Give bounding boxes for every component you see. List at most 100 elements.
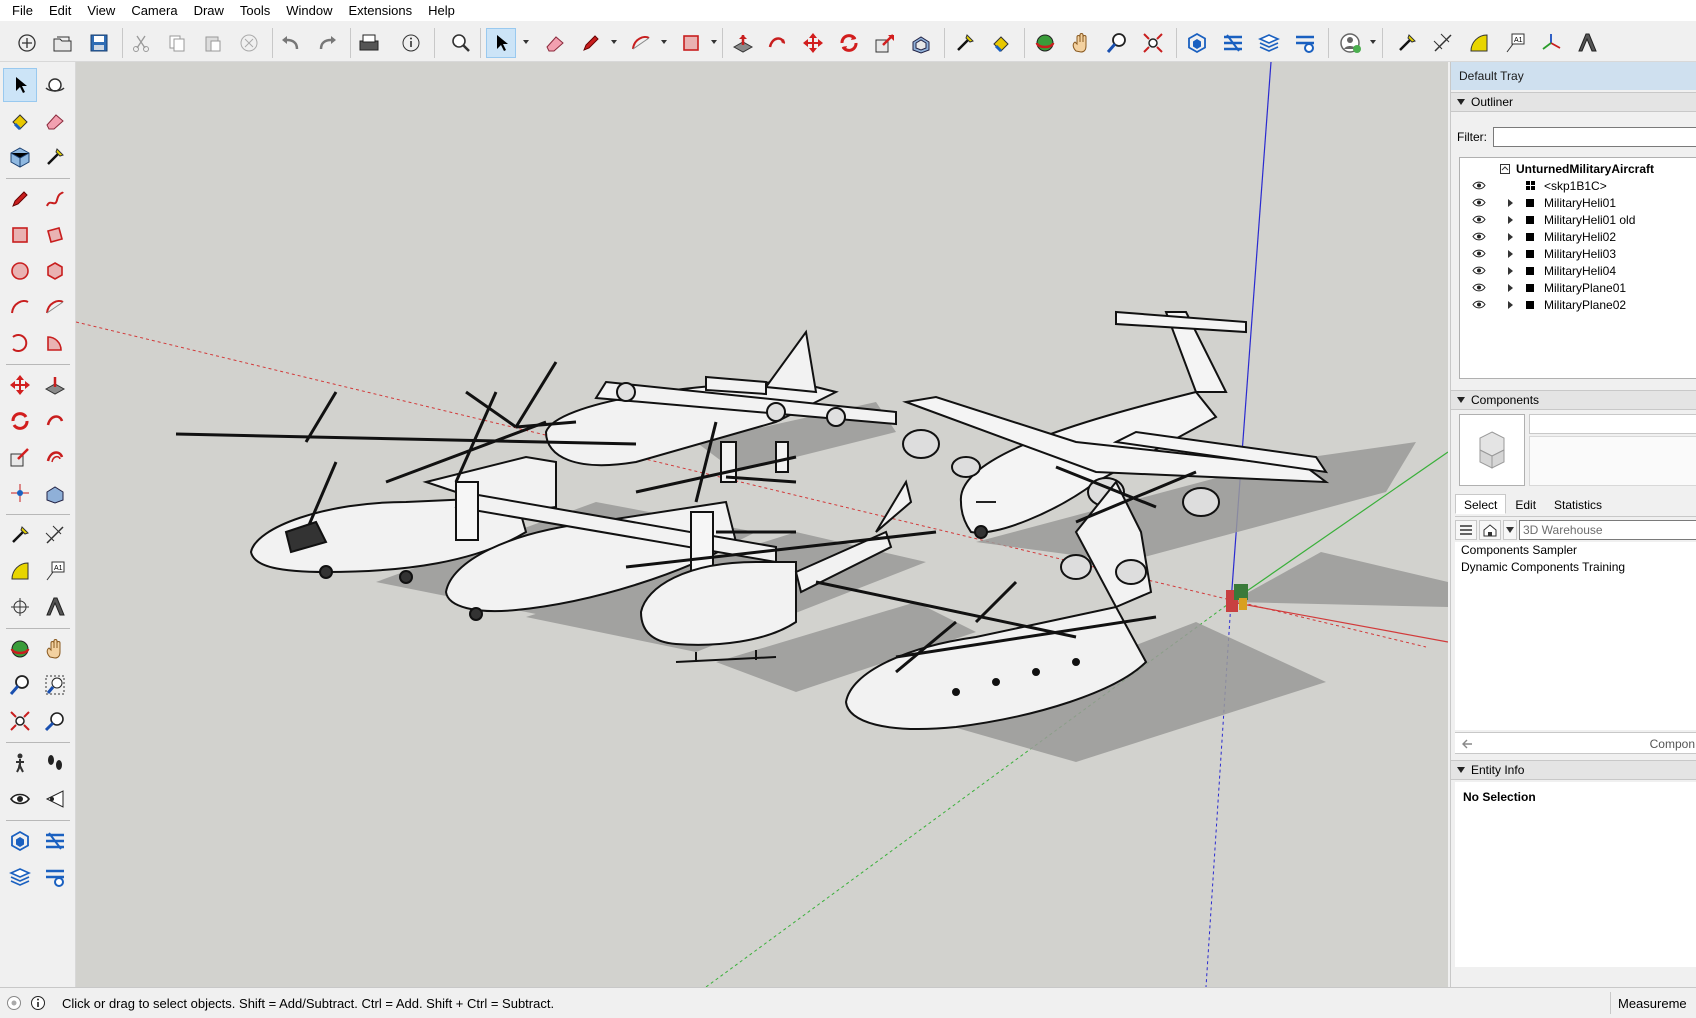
look-around-icon[interactable] (3, 782, 37, 816)
expand-arrow-icon[interactable] (1508, 300, 1513, 309)
orbit-icon[interactable] (1030, 28, 1060, 58)
menu-help[interactable]: Help (420, 0, 463, 22)
filter-input[interactable] (1493, 127, 1696, 147)
component-icon[interactable] (3, 140, 37, 174)
line-icon[interactable] (3, 182, 37, 216)
offset-icon[interactable] (38, 440, 72, 474)
pan-icon[interactable] (38, 632, 72, 666)
paste-icon[interactable] (198, 28, 228, 58)
arc-icon[interactable] (626, 28, 656, 58)
eye-icon[interactable] (1472, 232, 1486, 241)
model-info-icon[interactable] (396, 28, 426, 58)
3d-text-icon[interactable] (1572, 28, 1602, 58)
section-icon[interactable] (38, 782, 72, 816)
previous-view-icon[interactable] (38, 704, 72, 738)
outliner-item[interactable]: MilitaryHeli04 (1460, 262, 1696, 279)
outliner-header[interactable]: Outliner (1451, 92, 1696, 112)
outliner-item[interactable]: MilitaryHeli01 old (1460, 211, 1696, 228)
outliner-item[interactable]: MilitaryPlane02 (1460, 296, 1696, 313)
outliner-item[interactable]: <skp1B1C> (1460, 177, 1696, 194)
back-arrow-icon[interactable] (1461, 738, 1473, 750)
menu-file[interactable]: File (4, 0, 41, 22)
axes-icon[interactable] (1536, 28, 1566, 58)
account-icon[interactable] (1336, 28, 1366, 58)
outliner-item[interactable]: MilitaryHeli03 (1460, 245, 1696, 262)
outliner-item[interactable]: MilitaryPlane01 (1460, 279, 1696, 296)
info-icon[interactable] (30, 995, 46, 1011)
rotate-icon[interactable] (3, 404, 37, 438)
follow-me-icon[interactable] (762, 28, 792, 58)
zoom-icon[interactable] (3, 668, 37, 702)
layout-icon[interactable] (1254, 28, 1284, 58)
entity-info-header[interactable]: Entity Info (1451, 760, 1696, 780)
save-icon[interactable] (84, 28, 114, 58)
select-icon[interactable] (3, 68, 37, 102)
expand-arrow-icon[interactable] (1508, 215, 1513, 224)
rectangle-icon[interactable] (676, 28, 706, 58)
menu-view[interactable]: View (79, 0, 123, 22)
list-item[interactable]: Dynamic Components Training (1455, 559, 1696, 576)
tape-measure-icon[interactable] (38, 140, 72, 174)
rectangle-icon[interactable] (3, 218, 37, 252)
pie-icon[interactable] (38, 326, 72, 360)
tab-select[interactable]: Select (1455, 494, 1507, 514)
walk-icon[interactable] (3, 746, 37, 780)
menu-draw[interactable]: Draw (186, 0, 232, 22)
warehouse-search-input[interactable]: 3D Warehouse (1519, 519, 1696, 540)
eraser-icon[interactable] (540, 28, 570, 58)
expand-arrow-icon[interactable] (1508, 266, 1513, 275)
outliner-item[interactable]: MilitaryHeli02 (1460, 228, 1696, 245)
extension-manager-icon[interactable] (1290, 28, 1320, 58)
orbit-nav-icon[interactable] (3, 632, 37, 666)
protractor-icon[interactable] (3, 554, 37, 588)
components-header[interactable]: Components (1451, 390, 1696, 410)
menu-window[interactable]: Window (278, 0, 340, 22)
eye-icon[interactable] (1472, 266, 1486, 275)
freehand-icon[interactable] (38, 182, 72, 216)
tab-edit[interactable]: Edit (1506, 494, 1545, 514)
eye-icon[interactable] (1472, 215, 1486, 224)
open-icon[interactable] (48, 28, 78, 58)
layout-icon[interactable] (3, 860, 37, 894)
scale-icon[interactable] (3, 440, 37, 474)
extension-icon[interactable] (38, 824, 72, 858)
dimension-icon[interactable] (38, 518, 72, 552)
expand-arrow-icon[interactable] (1508, 232, 1513, 241)
eye-icon[interactable] (1472, 300, 1486, 309)
zoom-window-icon[interactable] (38, 668, 72, 702)
copy-icon[interactable] (162, 28, 192, 58)
3d-viewport[interactable] (76, 62, 1448, 987)
section-plane-icon[interactable] (38, 476, 72, 510)
geo-location-icon[interactable] (6, 995, 22, 1011)
extension-warehouse-icon[interactable] (1218, 28, 1248, 58)
expand-arrow-icon[interactable] (1508, 283, 1513, 292)
select-icon[interactable] (486, 28, 516, 58)
footprints-icon[interactable] (38, 746, 72, 780)
rotate-icon[interactable] (834, 28, 864, 58)
tape-icon[interactable] (1392, 28, 1422, 58)
pan-icon[interactable] (1066, 28, 1096, 58)
zoom-icon[interactable] (1102, 28, 1132, 58)
components-list[interactable]: Components Sampler Dynamic Components Tr… (1455, 542, 1696, 730)
text-icon[interactable]: A1 (38, 554, 72, 588)
redo-icon[interactable] (312, 28, 342, 58)
rotated-rectangle-icon[interactable] (38, 218, 72, 252)
push-pull-icon[interactable] (728, 28, 758, 58)
eye-icon[interactable] (1472, 249, 1486, 258)
cut-icon[interactable] (126, 28, 156, 58)
chevron-down-icon[interactable] (1503, 519, 1517, 540)
menu-extensions[interactable]: Extensions (341, 0, 421, 22)
protractor-icon[interactable] (1464, 28, 1494, 58)
three-point-arc-icon[interactable] (3, 326, 37, 360)
eye-icon[interactable] (1472, 283, 1486, 292)
tape-measure-icon[interactable] (950, 28, 980, 58)
outliner-tree[interactable]: UnturnedMilitaryAircraft <skp1B1C> Milit… (1459, 157, 1696, 379)
view-options-icon[interactable] (1455, 519, 1477, 540)
warehouse-icon[interactable] (3, 824, 37, 858)
menu-tools[interactable]: Tools (232, 0, 278, 22)
axes-icon[interactable] (3, 590, 37, 624)
zoom-extents-icon[interactable] (3, 704, 37, 738)
erase-icon[interactable] (234, 28, 264, 58)
offset-icon[interactable] (906, 28, 936, 58)
list-item[interactable]: Components Sampler (1455, 542, 1696, 559)
